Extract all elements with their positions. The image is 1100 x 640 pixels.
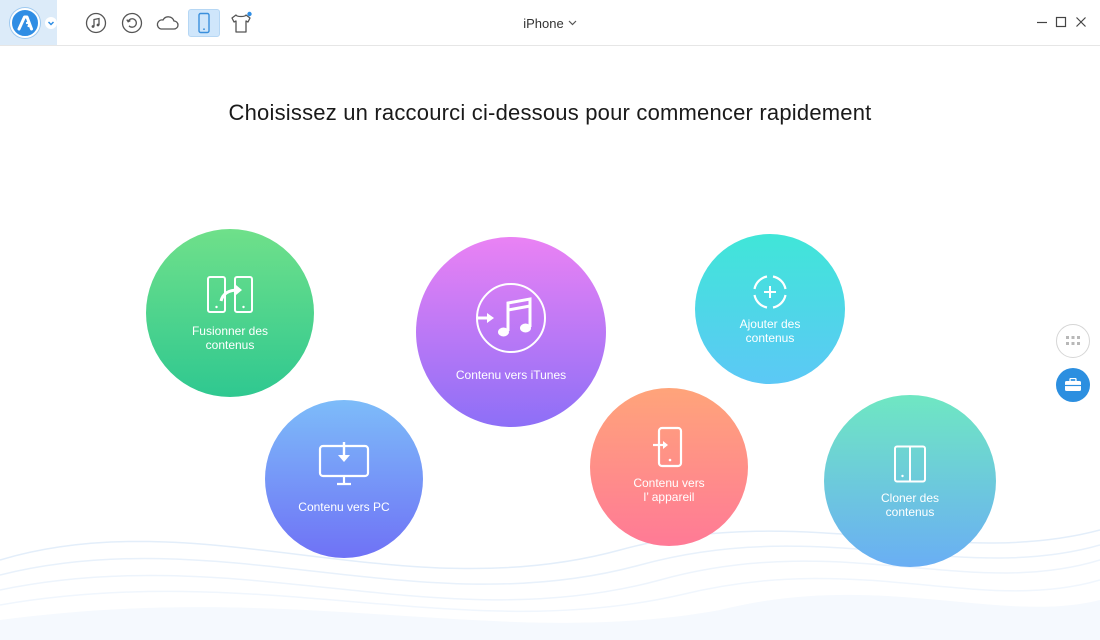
phone-icon[interactable] — [188, 9, 220, 37]
content-to-pc-shortcut[interactable]: Contenu vers PC — [265, 400, 423, 558]
add-circle-icon — [695, 272, 845, 312]
maximize-icon[interactable] — [1053, 14, 1069, 30]
cloud-icon[interactable] — [152, 9, 182, 37]
music-icon[interactable] — [81, 9, 111, 37]
shortcut-label: Contenu vers l’ appareil — [633, 476, 705, 504]
shortcut-label: Contenu vers iTunes — [455, 368, 567, 382]
toolbox-icon — [1065, 378, 1081, 391]
shortcut-label: Fusionner des contenus — [191, 324, 269, 352]
chevron-down-icon — [568, 20, 577, 26]
phone-import-icon — [590, 426, 748, 468]
device-name: iPhone — [523, 15, 564, 31]
shortcut-label: Contenu vers PC — [298, 500, 390, 514]
grid-view-button[interactable] — [1056, 324, 1090, 358]
toolbox-button[interactable] — [1056, 368, 1090, 402]
restore-icon[interactable] — [117, 9, 147, 37]
monitor-download-icon — [265, 440, 423, 488]
chevron-down-icon[interactable] — [44, 16, 58, 30]
shortcut-label: Ajouter des contenus — [739, 317, 801, 345]
merge-content-shortcut[interactable]: Fusionner des contenus — [146, 229, 314, 397]
clone-content-shortcut[interactable]: Cloner des contenus — [824, 395, 996, 567]
content-to-itunes-shortcut[interactable]: Contenu vers iTunes — [416, 237, 606, 427]
add-content-shortcut[interactable]: Ajouter des contenus — [695, 234, 845, 384]
content-to-device-shortcut[interactable]: Contenu vers l’ appareil — [590, 388, 748, 546]
grid-icon — [1066, 336, 1080, 345]
title-bar: iPhone — [0, 0, 1100, 46]
page-title: Choisissez un raccourci ci-dessous pour … — [228, 100, 872, 125]
tshirt-icon[interactable] — [226, 9, 256, 37]
shortcut-label: Cloner des contenus — [880, 491, 940, 519]
minimize-icon[interactable] — [1034, 14, 1050, 30]
merge-icon — [146, 275, 314, 315]
close-icon[interactable] — [1073, 14, 1089, 30]
app-menu[interactable] — [0, 0, 57, 45]
itunes-icon — [416, 281, 606, 355]
clone-phone-icon — [824, 445, 996, 483]
app-logo-icon[interactable] — [10, 8, 40, 38]
device-selector[interactable]: iPhone — [510, 14, 590, 32]
